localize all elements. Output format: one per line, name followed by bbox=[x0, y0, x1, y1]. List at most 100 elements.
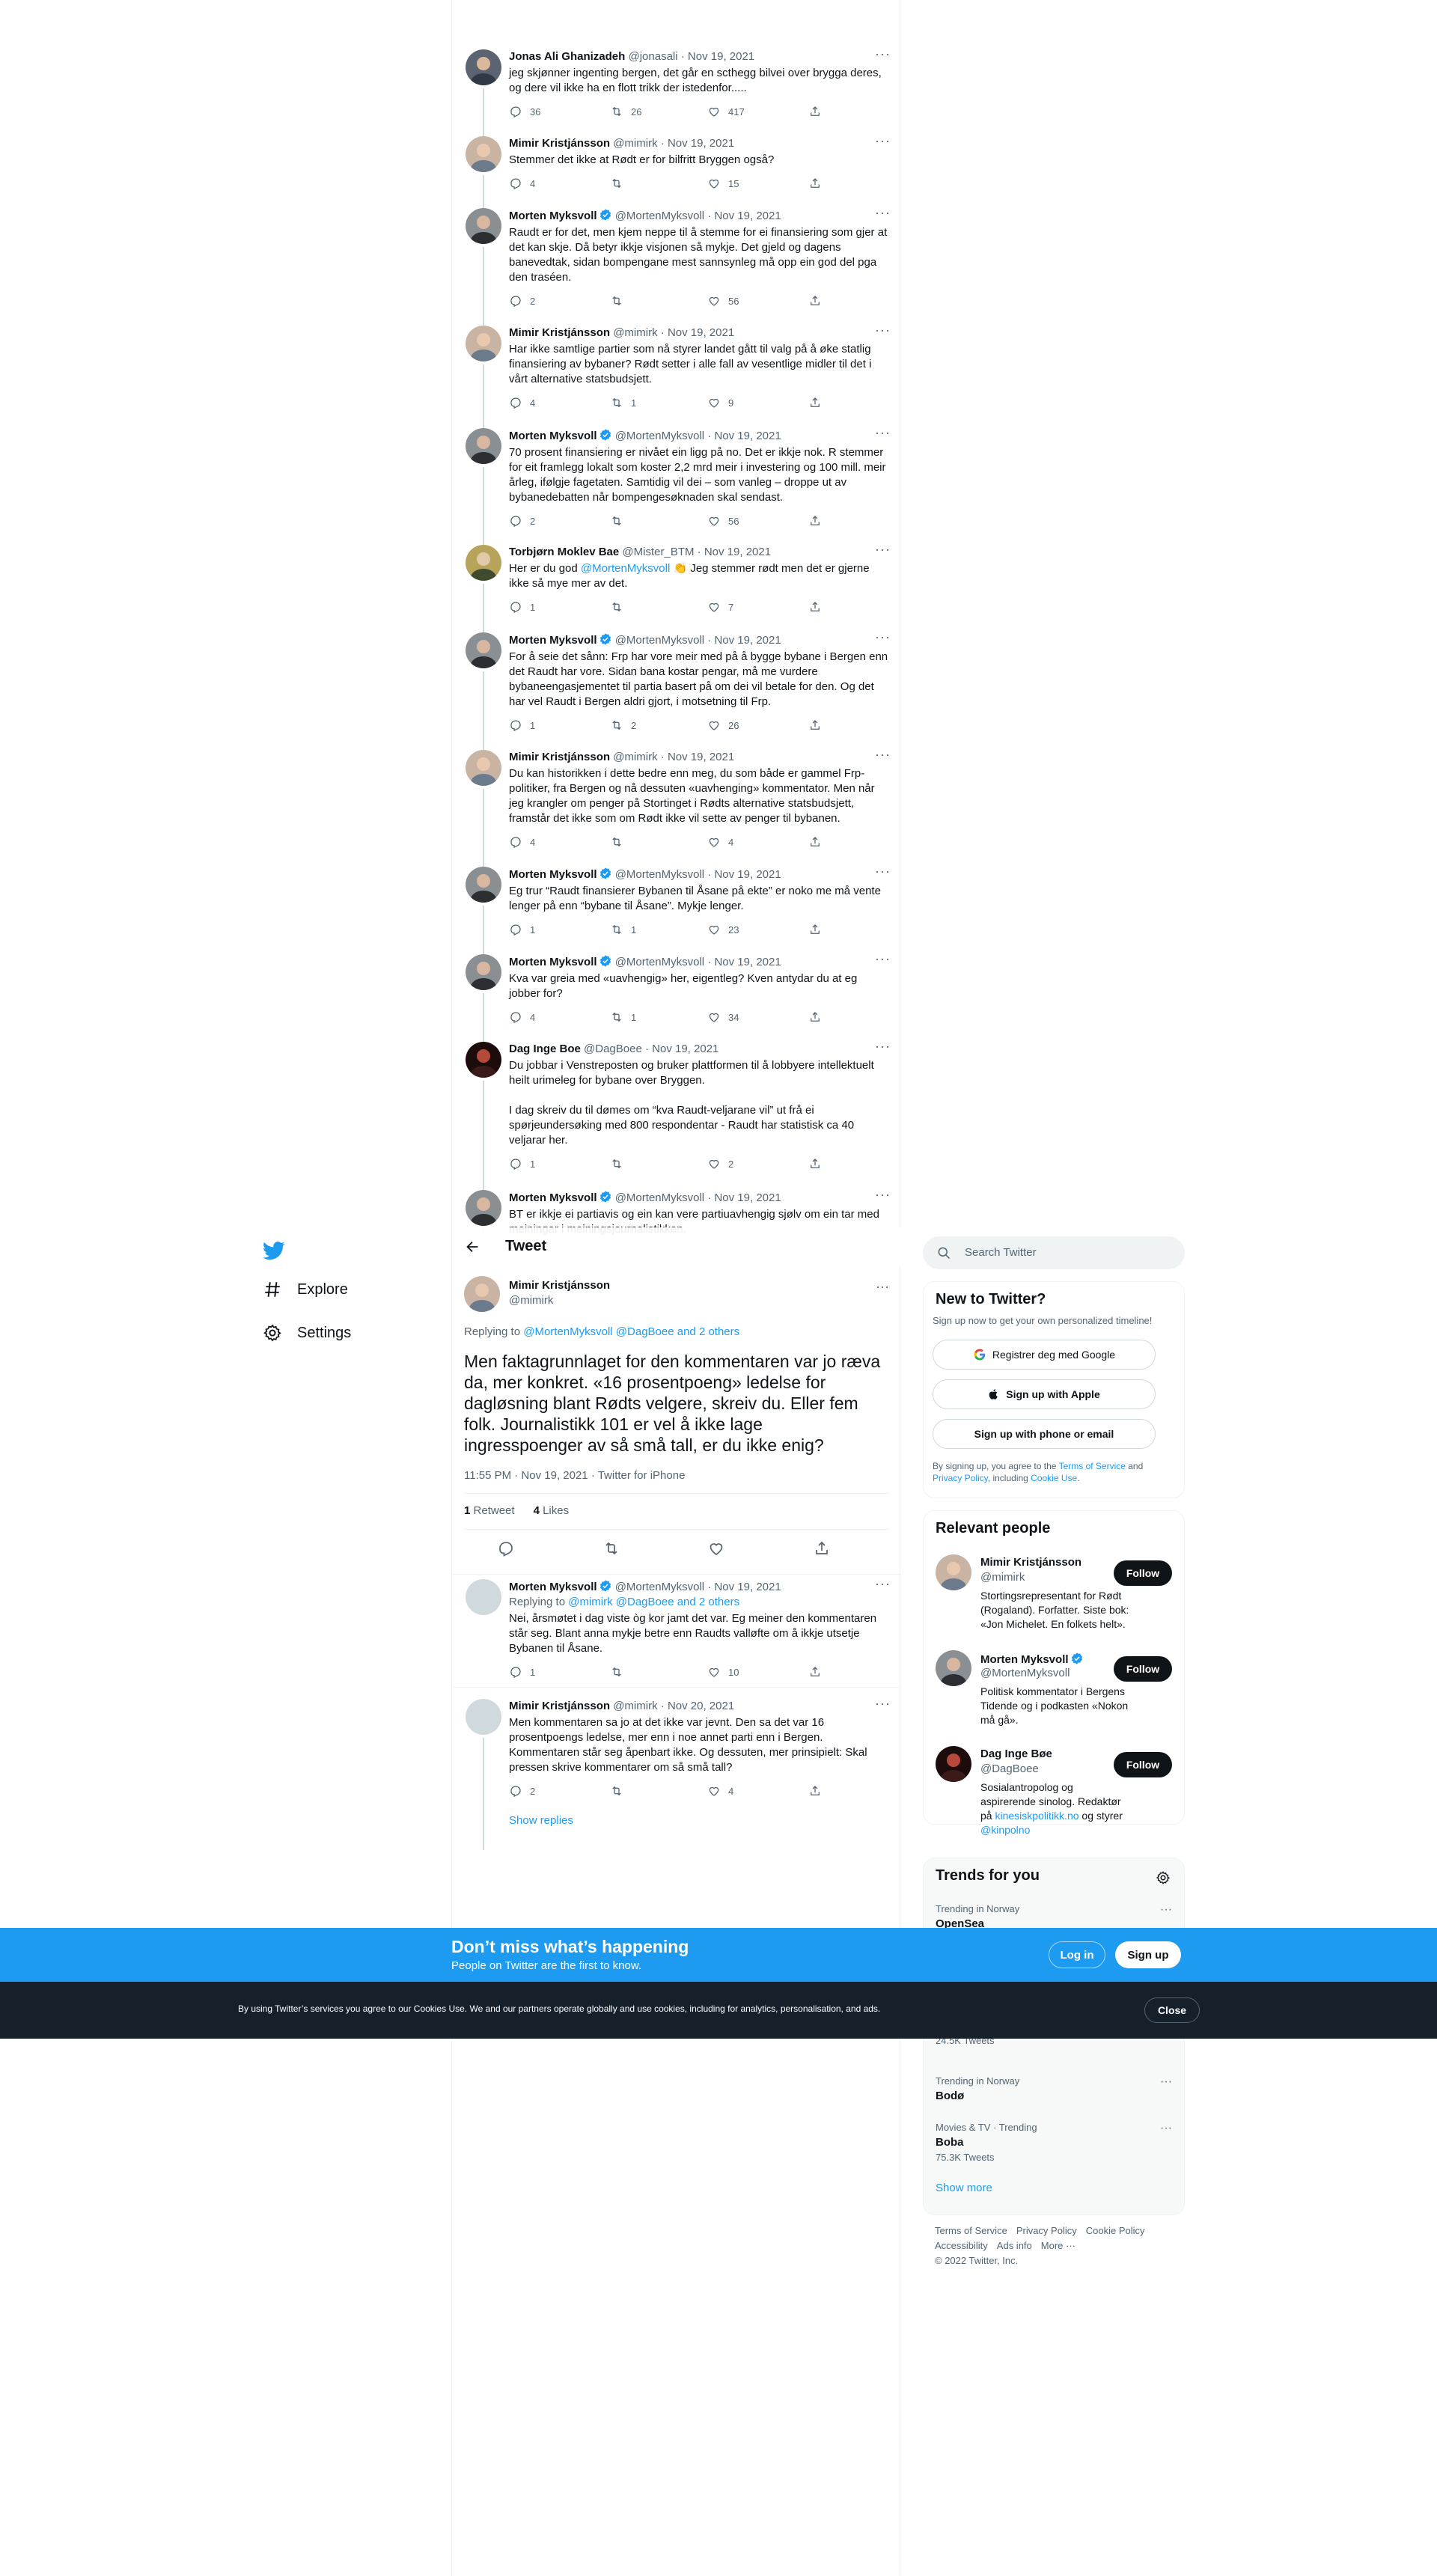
more-options-icon[interactable]: ··· bbox=[875, 629, 891, 645]
more-options-icon[interactable]: ··· bbox=[875, 133, 891, 149]
reply-button[interactable]: 1 bbox=[509, 600, 535, 614]
share-icon[interactable] bbox=[813, 1539, 831, 1557]
more-options-icon[interactable]: ··· bbox=[875, 864, 891, 879]
like-button[interactable]: 4 bbox=[707, 835, 733, 849]
author-handle[interactable]: @jonasali bbox=[628, 50, 677, 63]
avatar[interactable] bbox=[466, 1699, 501, 1735]
avatar[interactable] bbox=[466, 136, 501, 172]
more-options-icon[interactable]: ··· bbox=[875, 46, 891, 62]
retweet-button[interactable] bbox=[610, 1784, 631, 1798]
tweet-timestamp[interactable]: 11:55 PM · Nov 19, 2021 · Twitter for iP… bbox=[464, 1469, 685, 1482]
like-button[interactable]: 10 bbox=[707, 1665, 739, 1679]
author-handle[interactable]: @MortenMyksvoll bbox=[615, 210, 704, 222]
follow-button[interactable]: Follow bbox=[1114, 1656, 1172, 1682]
trend-item[interactable]: Trending in Norway OpenSea ··· bbox=[936, 1903, 1172, 1930]
apple-signup-button[interactable]: Sign up with Apple bbox=[933, 1379, 1156, 1409]
show-replies-link[interactable]: Show replies bbox=[509, 1814, 573, 1827]
reply-button[interactable]: 1 bbox=[509, 923, 535, 936]
tweet-date[interactable]: Nov 19, 2021 bbox=[714, 868, 781, 881]
tweet-date[interactable]: Nov 19, 2021 bbox=[714, 430, 781, 442]
retweet-button[interactable]: 1 bbox=[610, 396, 636, 409]
retweet-button[interactable] bbox=[610, 177, 631, 190]
search-bar[interactable]: Search Twitter bbox=[923, 1236, 1185, 1269]
avatar[interactable] bbox=[466, 208, 501, 244]
like-button[interactable]: 7 bbox=[707, 600, 733, 614]
avatar[interactable] bbox=[466, 1190, 501, 1226]
more-options-icon[interactable]: ··· bbox=[875, 1187, 891, 1203]
more-options-icon[interactable]: ··· bbox=[876, 1279, 889, 1295]
person-name[interactable]: Morten Myksvoll bbox=[980, 1652, 1084, 1666]
avatar[interactable] bbox=[466, 750, 501, 786]
reply-button[interactable]: 2 bbox=[509, 294, 535, 308]
person-handle[interactable]: @DagBoee bbox=[980, 1762, 1039, 1775]
avatar[interactable] bbox=[466, 632, 501, 668]
author-name[interactable]: Morten Myksvoll bbox=[509, 1581, 597, 1593]
author-handle[interactable]: @MortenMyksvoll bbox=[615, 430, 704, 442]
person-name[interactable]: Mimir Kristjánsson bbox=[980, 1556, 1081, 1569]
author-handle[interactable]: @mimirk bbox=[613, 751, 657, 763]
like-button[interactable]: 56 bbox=[707, 294, 739, 308]
share-button[interactable] bbox=[808, 177, 822, 190]
avatar[interactable] bbox=[466, 49, 501, 85]
more-options-icon[interactable]: ··· bbox=[1160, 2122, 1172, 2135]
tweet-date[interactable]: Nov 19, 2021 bbox=[688, 50, 754, 63]
avatar[interactable] bbox=[466, 428, 501, 464]
trend-item[interactable]: Movies & TV · Trending Boba 75.3K Tweets ··… bbox=[936, 2122, 1172, 2163]
author-handle[interactable]: @MortenMyksvoll bbox=[615, 868, 704, 881]
bio-link[interactable]: kinesiskpolitikk.no bbox=[995, 1810, 1078, 1822]
author-handle[interactable]: @mimirk bbox=[509, 1294, 553, 1307]
author-handle[interactable]: @MortenMyksvoll bbox=[615, 1191, 704, 1204]
tweet-date[interactable]: Nov 19, 2021 bbox=[704, 546, 771, 558]
share-button[interactable] bbox=[808, 105, 822, 118]
share-button[interactable] bbox=[808, 1010, 822, 1024]
cookie-use-link[interactable]: Cookie Use bbox=[1031, 1473, 1077, 1483]
like-count-link[interactable]: 4 Likes bbox=[534, 1504, 570, 1517]
like-button[interactable]: 26 bbox=[707, 718, 739, 732]
author-handle[interactable]: @MortenMyksvoll bbox=[615, 1581, 704, 1593]
avatar[interactable] bbox=[466, 867, 501, 903]
footer-link[interactable]: More ··· bbox=[1041, 2240, 1076, 2251]
share-button[interactable] bbox=[808, 294, 822, 308]
more-options-icon[interactable]: ··· bbox=[875, 951, 891, 967]
retweet-button[interactable] bbox=[610, 514, 631, 528]
retweet-button[interactable] bbox=[610, 600, 631, 614]
author-name[interactable]: Dag Inge Boe bbox=[509, 1043, 581, 1055]
avatar[interactable] bbox=[936, 1746, 971, 1782]
like-icon[interactable] bbox=[707, 1539, 725, 1557]
like-button[interactable]: 2 bbox=[707, 1157, 733, 1171]
author-name[interactable]: Morten Myksvoll bbox=[509, 1191, 597, 1204]
more-options-icon[interactable]: ··· bbox=[875, 542, 891, 558]
more-options-icon[interactable]: ··· bbox=[1160, 1903, 1172, 1917]
retweet-button[interactable] bbox=[610, 835, 631, 849]
like-button[interactable]: 15 bbox=[707, 177, 739, 190]
follow-button[interactable]: Follow bbox=[1114, 1560, 1172, 1586]
tweet-date[interactable]: Nov 19, 2021 bbox=[668, 751, 734, 763]
reply-icon[interactable] bbox=[497, 1539, 515, 1557]
tweet-date[interactable]: Nov 19, 2021 bbox=[714, 634, 781, 647]
like-button[interactable]: 56 bbox=[707, 514, 739, 528]
more-options-icon[interactable]: ··· bbox=[1160, 2075, 1172, 2089]
follow-button[interactable]: Follow bbox=[1114, 1752, 1172, 1777]
share-button[interactable] bbox=[808, 1157, 822, 1171]
share-button[interactable] bbox=[808, 600, 822, 614]
more-options-icon[interactable]: ··· bbox=[875, 747, 891, 763]
retweet-button[interactable]: 1 bbox=[610, 923, 636, 936]
tweet-date[interactable]: Nov 19, 2021 bbox=[652, 1043, 718, 1055]
avatar[interactable] bbox=[936, 1650, 971, 1686]
like-button[interactable]: 417 bbox=[707, 105, 745, 118]
author-name[interactable]: Morten Myksvoll bbox=[509, 210, 597, 222]
footer-link[interactable]: Cookie Policy bbox=[1086, 2225, 1145, 2236]
share-button[interactable] bbox=[808, 1665, 822, 1679]
signup-button[interactable]: Sign up bbox=[1115, 1941, 1181, 1968]
tweet-date[interactable]: Nov 19, 2021 bbox=[714, 1191, 781, 1204]
reply-button[interactable]: 1 bbox=[509, 718, 535, 732]
more-options-icon[interactable]: ··· bbox=[875, 1039, 891, 1054]
reply-button[interactable]: 4 bbox=[509, 835, 535, 849]
author-name[interactable]: Mimir Kristjánsson bbox=[509, 751, 610, 763]
footer-link[interactable]: Terms of Service bbox=[935, 2225, 1007, 2236]
author-handle[interactable]: @mimirk bbox=[613, 1700, 657, 1712]
avatar[interactable] bbox=[466, 1042, 501, 1078]
tweet-date[interactable]: Nov 19, 2021 bbox=[668, 326, 734, 339]
author-name[interactable]: Torbjørn Moklev Bae bbox=[509, 546, 619, 558]
avatar[interactable] bbox=[466, 326, 501, 361]
